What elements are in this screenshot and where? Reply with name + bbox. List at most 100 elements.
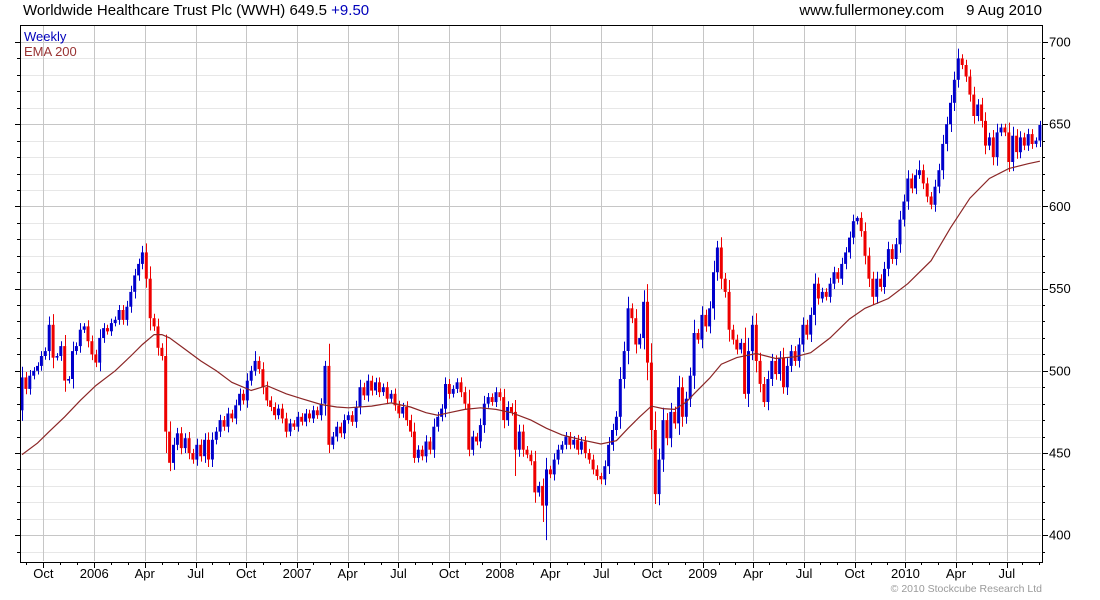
candle	[420, 445, 424, 461]
candle	[937, 163, 941, 194]
x-axis-label: Jul	[796, 566, 813, 581]
candle	[708, 301, 712, 334]
candle	[106, 324, 109, 335]
instrument-name: Worldwide Healthcare Trust Plc (WWH)	[23, 2, 286, 19]
candle	[739, 338, 743, 354]
candle	[71, 341, 74, 389]
candle	[393, 388, 397, 411]
price-change: +9.50	[331, 2, 370, 19]
candle	[276, 404, 280, 420]
candle	[591, 454, 595, 475]
candle	[315, 406, 319, 419]
candle	[502, 388, 506, 429]
candle	[463, 386, 467, 409]
x-axis-label: Oct	[844, 566, 865, 581]
candle	[634, 309, 638, 354]
candle	[894, 238, 898, 266]
candle	[754, 313, 758, 373]
candle	[762, 377, 766, 407]
candle	[482, 395, 486, 433]
candle	[529, 450, 533, 466]
candle	[898, 210, 902, 253]
x-axis-label: Jul	[999, 566, 1016, 581]
candle	[964, 59, 968, 82]
candle	[828, 277, 832, 303]
y-axis-label: 500	[1049, 363, 1071, 378]
candle	[715, 240, 719, 281]
candle	[288, 418, 292, 437]
x-axis-label: 2007	[283, 566, 312, 581]
ema-overlay	[21, 160, 1041, 456]
candle	[735, 334, 739, 355]
x-axis-label: Apr	[540, 566, 561, 581]
candle	[179, 427, 183, 455]
candle	[661, 407, 665, 472]
candle	[537, 481, 541, 497]
candle	[587, 448, 591, 464]
candle	[886, 241, 890, 277]
x-axis-label: Oct	[236, 566, 257, 581]
candle	[292, 420, 296, 430]
candle	[1015, 129, 1019, 159]
candle	[719, 237, 723, 289]
candle	[412, 422, 416, 463]
x-axis-label: 2008	[485, 566, 514, 581]
header-right: www.fullermoney.com 9 Aug 2010	[777, 2, 1042, 19]
candle	[343, 414, 346, 439]
candle	[747, 337, 750, 407]
candle	[424, 435, 428, 463]
candle	[863, 222, 867, 265]
candle	[226, 407, 230, 433]
candle	[199, 439, 203, 462]
candle	[603, 460, 607, 486]
candle	[653, 411, 657, 504]
candle	[1022, 132, 1026, 151]
candle	[665, 413, 669, 446]
candle	[568, 432, 572, 450]
candle	[1018, 131, 1022, 159]
candle	[956, 48, 960, 88]
candle	[455, 378, 459, 393]
candle	[346, 411, 350, 424]
candle	[995, 123, 999, 166]
candle	[1026, 128, 1030, 151]
candle	[642, 290, 646, 350]
candle	[238, 388, 242, 411]
candle	[389, 390, 393, 403]
candle	[712, 260, 715, 320]
candle	[614, 411, 618, 436]
candle	[168, 421, 172, 472]
site-url: www.fullermoney.com	[799, 2, 945, 19]
candle	[867, 247, 871, 287]
candle	[490, 393, 494, 406]
candle	[358, 379, 362, 415]
candle	[972, 86, 976, 124]
candle	[836, 268, 840, 283]
candle	[478, 418, 482, 449]
candle	[949, 95, 952, 132]
candle	[187, 432, 191, 460]
candle	[545, 457, 548, 541]
candle	[797, 337, 801, 368]
candle	[680, 377, 684, 427]
candle	[696, 328, 700, 344]
candle	[820, 287, 824, 303]
price-chart-canvas: 400 450 500 550 600 650 700 Oct 2006 Apr Jul Oct 200…	[15, 25, 1071, 581]
candle	[991, 130, 995, 166]
candle	[684, 391, 688, 424]
candle	[24, 372, 28, 395]
candle	[284, 412, 288, 438]
candle	[611, 423, 614, 451]
candle	[416, 445, 420, 463]
candle	[723, 273, 727, 298]
chart-title: Worldwide Healthcare Trust Plc (WWH) 649…	[23, 2, 369, 19]
candle	[595, 465, 599, 481]
candle	[304, 409, 308, 427]
candle	[917, 160, 921, 179]
y-axis-label: 550	[1049, 281, 1071, 296]
candle	[700, 306, 704, 349]
candle	[335, 421, 339, 442]
candle	[432, 418, 436, 458]
candle	[1003, 123, 1007, 137]
y-axis-label: 700	[1049, 35, 1071, 50]
